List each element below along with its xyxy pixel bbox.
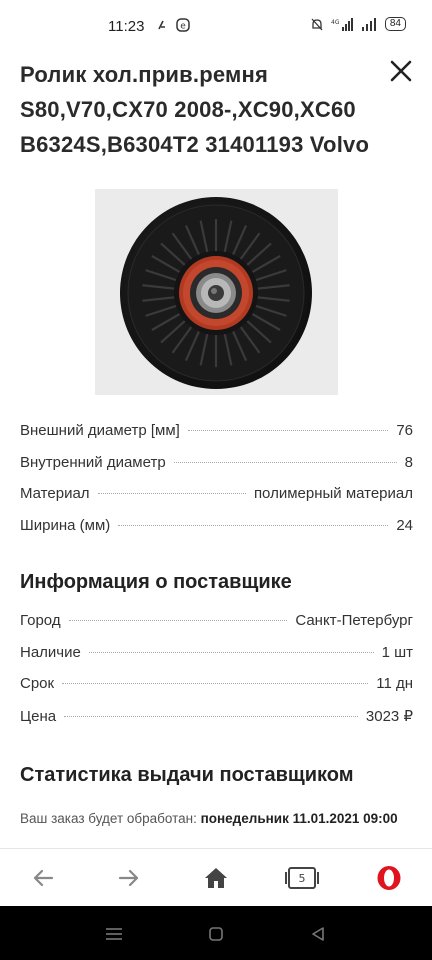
spec-value: 8 [404,453,413,471]
browser-toolbar: 5 [0,848,432,906]
home-icon [205,868,227,888]
home-system-button[interactable] [204,924,228,944]
product-title: Ролик хол.прив.ремня S80,V70,CX70 2008-,… [20,62,370,157]
opera-menu-button[interactable] [359,849,419,907]
status-notification-icons: e [156,18,190,32]
supplier-label: Срок [20,675,55,692]
leader-dots [97,493,246,494]
leader-dots [118,524,389,526]
leader-dots [68,620,288,621]
close-icon[interactable] [388,58,414,84]
leader-dots [187,430,389,431]
svg-text:e: e [180,22,186,32]
spec-value: 24 [396,516,413,534]
network-type-label: 4G [331,19,340,26]
menu-icon [106,928,122,940]
supplier-label: Цена [20,707,57,725]
spec-label: Ширина (мм) [20,516,111,534]
supplier-row: Наличие 1 шт [20,644,413,676]
stats-heading: Статистика выдачи поставщиком [20,764,354,786]
app-notification-icon: e [176,18,190,32]
supplier-label: Город [20,612,61,629]
cell-signal-icon: 4G [331,17,353,31]
order-note-prefix: Ваш заказ будет обработан: [20,811,201,826]
cell-signal-2-icon [361,17,376,31]
home-button[interactable] [186,849,246,907]
system-nav-bar [0,906,432,960]
order-processing-date: понедельник 11.01.2021 09:00 [200,811,398,826]
supplier-label: Наличие [20,643,81,661]
triangle-back-icon [312,927,324,941]
supplier-heading: Информация о поставщике [20,571,292,593]
leader-dots [64,715,358,717]
battery-indicator: 84 [384,17,406,31]
back-button[interactable] [13,849,73,907]
spec-value: 76 [396,422,413,439]
back-arrow-icon [33,869,54,887]
square-home-icon [209,927,223,941]
spec-label: Внутренний диаметр [20,453,166,471]
leader-dots [62,683,369,684]
recent-apps-button[interactable] [102,924,126,944]
spec-label: Материал [20,485,90,502]
spec-row: Внешний диаметр [мм] 76 [20,422,413,454]
status-time: 11:23 [108,18,145,35]
spec-row: Внутренний диаметр 8 [20,454,413,486]
specs-list: Внешний диаметр [мм] 76 Внутренний диаме… [20,422,413,548]
supplier-value: 1 шт [381,643,413,661]
leader-dots [88,651,374,653]
spec-row: Ширина (мм) 24 [20,517,413,549]
supplier-value: 3023 ₽ [365,707,413,725]
back-system-button[interactable] [306,924,330,944]
signal-settings-icon [158,20,165,30]
supplier-row: Город Санкт-Петербург [20,612,413,644]
spec-row: Материал полимерный материал [20,485,413,517]
spec-value: полимерный материал [253,485,413,502]
spec-label: Внешний диаметр [мм] [20,422,180,439]
forward-arrow-icon [118,869,139,887]
supplier-row: Срок 11 дн [20,675,413,707]
status-right-icons: 4G 84 [311,17,406,31]
leader-dots [173,461,397,463]
supplier-value: 11 дн [376,675,413,692]
status-bar: 11:23 e 4G 84 [0,0,432,44]
tabs-button[interactable]: 5 [272,849,332,907]
tabs-icon: 5 [285,867,319,889]
product-detail-sheet: Ролик хол.прив.ремня S80,V70,CX70 2008-,… [0,44,432,848]
mute-icon [311,18,323,30]
supplier-row: Цена 3023 ₽ [20,707,413,739]
supplier-info-list: Город Санкт-Петербург Наличие 1 шт Срок … [20,612,413,738]
forward-button[interactable] [99,849,159,907]
opera-icon [377,866,401,890]
tabs-count: 5 [298,871,306,885]
product-image[interactable] [95,189,338,395]
order-processing-note: Ваш заказ будет обработан: понедельник 1… [20,809,410,828]
supplier-value: Санкт-Петербург [295,612,413,629]
